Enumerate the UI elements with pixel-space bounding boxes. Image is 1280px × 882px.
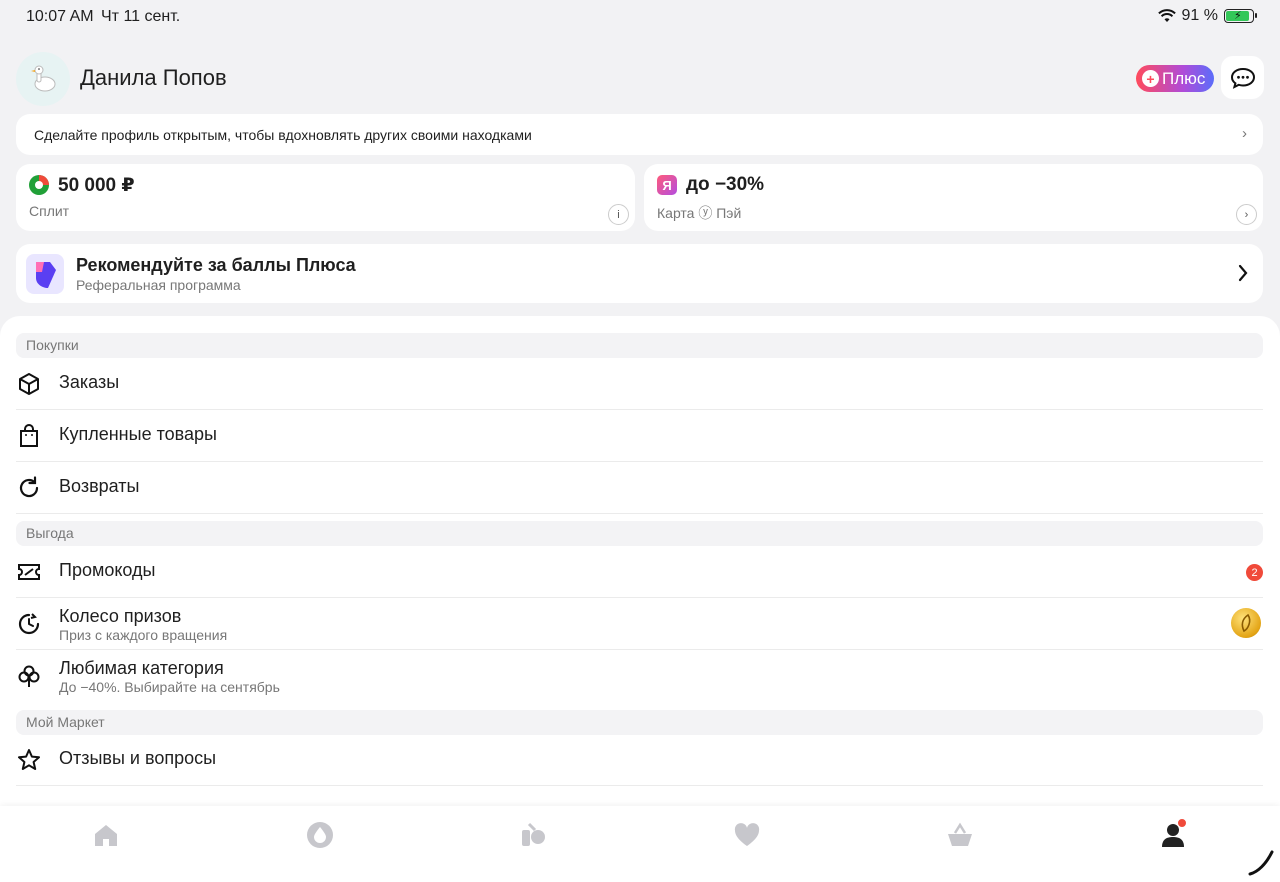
- referral-title: Рекомендуйте за баллы Плюса: [76, 255, 356, 275]
- section-purchases: Покупки: [16, 333, 1263, 358]
- tab-plus[interactable]: [300, 815, 340, 855]
- info-icon[interactable]: i: [608, 204, 629, 225]
- pencil-stroke-icon: [1248, 850, 1274, 876]
- tab-favorites[interactable]: [727, 815, 767, 855]
- split-label: Сплит: [29, 203, 70, 219]
- menu-label: Заказы: [59, 372, 120, 392]
- pay-value: до −30%: [686, 174, 765, 195]
- chat-icon: [1230, 67, 1255, 89]
- section-benefit: Выгода: [16, 521, 1263, 546]
- battery-icon: ⚡: [1224, 9, 1257, 23]
- banner-text: Сделайте профиль открытым, чтобы вдохнов…: [34, 126, 532, 143]
- coin-icon: [1231, 608, 1261, 638]
- cart-icon: [948, 822, 972, 846]
- refresh-icon: [19, 476, 39, 498]
- referral-subtitle: Реферальная программа: [76, 277, 241, 293]
- tab-profile[interactable]: [1153, 815, 1193, 855]
- split-card[interactable]: 50 000 ₽ Сплит i: [16, 164, 635, 231]
- pay-card[interactable]: Я до −30% Карта ⓨ Пэй ›: [644, 164, 1263, 231]
- plus-icon: +: [1142, 70, 1159, 87]
- battery-percent: 91 %: [1181, 7, 1218, 24]
- home-icon: [95, 825, 117, 846]
- avatar[interactable]: [16, 52, 70, 106]
- chevron-right-icon[interactable]: ›: [1236, 204, 1257, 225]
- menu-item-returns[interactable]: Возвраты: [16, 462, 1263, 514]
- split-icon: [29, 175, 49, 195]
- tab-catalog[interactable]: [513, 815, 553, 855]
- clover-icon: [18, 665, 40, 687]
- menu-item-promocodes[interactable]: Промокоды 2: [16, 546, 1263, 598]
- menu-sublabel: Приз с каждого вращения: [59, 627, 228, 643]
- menu-item-purchased[interactable]: Купленные товары: [16, 410, 1263, 462]
- bottom-tab-bar: [0, 806, 1280, 882]
- goose-avatar-icon: [31, 65, 56, 92]
- menu-label: Отзывы и вопросы: [59, 748, 217, 768]
- chat-button[interactable]: [1221, 56, 1264, 99]
- plus-badge[interactable]: + Плюс: [1136, 65, 1214, 92]
- plus-label: Плюс: [1162, 68, 1206, 88]
- section-my-market: Мой Маркет: [16, 710, 1263, 735]
- chevron-right-icon: ›: [1242, 125, 1247, 142]
- menu-label: Колесо призов: [59, 606, 182, 626]
- ticket-icon: [18, 564, 40, 580]
- yandex-pay-icon: Я: [657, 175, 677, 195]
- catalog-icon: [522, 822, 545, 846]
- shopping-bag-icon: [20, 424, 38, 447]
- menu-label: Возвраты: [59, 476, 140, 496]
- notification-dot: [1177, 818, 1187, 828]
- user-name: Данила Попов: [80, 65, 227, 90]
- menu-item-favorite-category[interactable]: Любимая категория До −40%. Выбирайте на …: [16, 650, 1263, 702]
- pay-label: Карта ⓨ Пэй: [657, 205, 742, 221]
- menu-item-reviews[interactable]: Отзывы и вопросы: [16, 734, 1263, 786]
- menu-label: Купленные товары: [59, 424, 217, 444]
- menu-sublabel: До −40%. Выбирайте на сентябрь: [59, 679, 280, 695]
- promocodes-count-badge: 2: [1246, 564, 1263, 581]
- profile-header: Данила Попов + Плюс: [16, 52, 1264, 106]
- open-profile-banner[interactable]: Сделайте профиль открытым, чтобы вдохнов…: [16, 114, 1263, 155]
- split-value: 50 000 ₽: [58, 175, 135, 196]
- menu-label: Промокоды: [59, 560, 156, 580]
- referral-icon: [26, 254, 64, 294]
- status-time: 10:07 AM: [26, 8, 94, 25]
- tab-cart[interactable]: [940, 815, 980, 855]
- plus-drop-icon: [307, 822, 333, 848]
- menu-label: Любимая категория: [59, 658, 224, 678]
- status-date: Чт 11 сент.: [101, 8, 181, 25]
- chevron-right-icon: [1238, 264, 1248, 282]
- referral-card[interactable]: Рекомендуйте за баллы Плюса Реферальная …: [16, 244, 1263, 303]
- status-right: 91 % ⚡: [1157, 7, 1257, 25]
- tab-home[interactable]: [86, 815, 126, 855]
- heart-icon: [734, 823, 760, 846]
- box-icon: [19, 373, 39, 395]
- menu-item-wheel[interactable]: Колесо призов Приз с каждого вращения: [16, 598, 1263, 650]
- wifi-icon: [1157, 9, 1176, 22]
- star-icon: [18, 749, 40, 770]
- menu-item-orders[interactable]: Заказы: [16, 358, 1263, 410]
- wheel-icon: [18, 613, 40, 635]
- menu-panel: Покупки Заказы Купленные товары Возвраты…: [0, 316, 1280, 806]
- status-bar: 10:07 AM Чт 11 сент. 91 % ⚡: [0, 0, 1280, 34]
